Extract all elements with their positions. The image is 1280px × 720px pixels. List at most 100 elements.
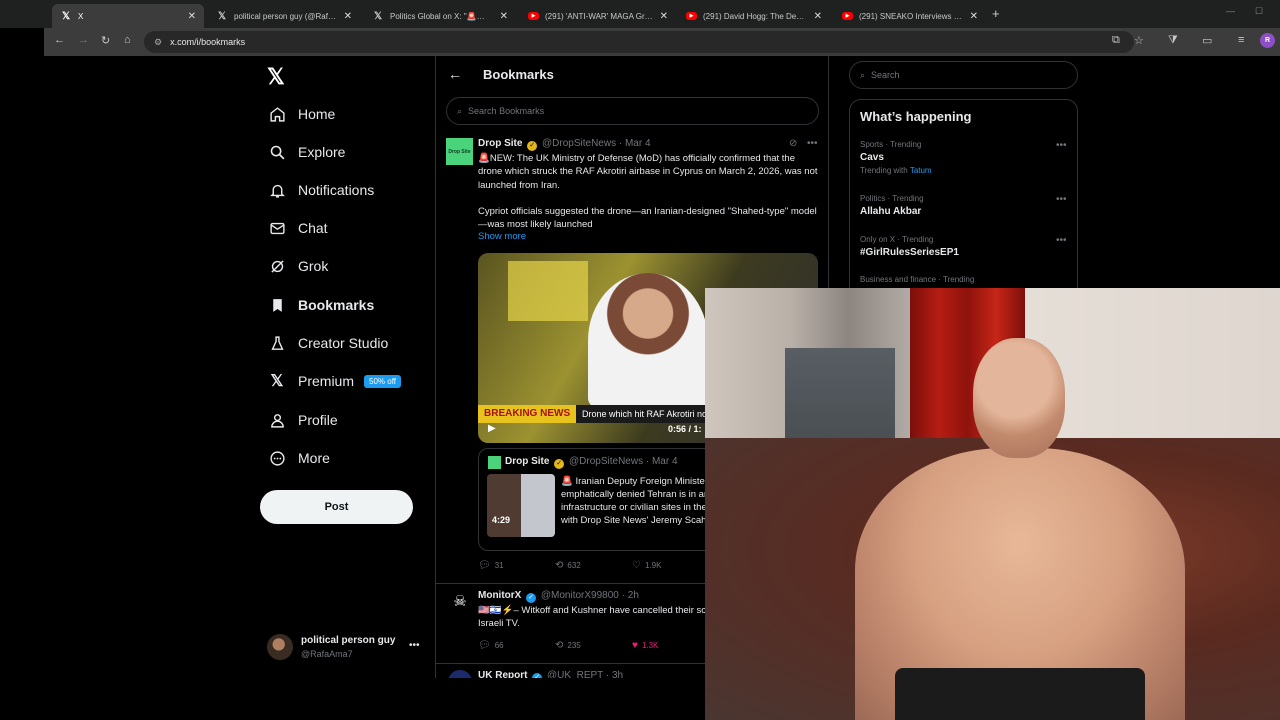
site-settings-icon[interactable]: ⚙	[154, 37, 162, 48]
trend-related-link[interactable]: Tatum	[910, 166, 932, 175]
maximize-icon[interactable]: ☐	[1255, 6, 1263, 17]
trend-item[interactable]: Sports · Trending Cavs Trending with Tat…	[860, 140, 1070, 175]
back-icon[interactable]: ←	[54, 34, 65, 46]
verified-icon: ✓	[532, 673, 543, 678]
address-bar[interactable]: ⚙ x.com/i/bookmarks	[144, 31, 1134, 53]
browser-tab[interactable]: ▶ (291) David Hogg: The Democrats ✕	[678, 4, 830, 28]
close-tab-icon[interactable]: ✕	[660, 11, 668, 22]
browser-tab[interactable]: 𝕏 political person guy (@RafaAma7) / X ✕	[208, 4, 360, 28]
nav-item-more[interactable]: More	[267, 445, 330, 471]
browser-tab[interactable]: ▶ (291) 'ANTI-WAR' MAGA Grifters ✕	[520, 4, 676, 28]
nav-item-profile[interactable]: Profile	[267, 407, 338, 433]
avatar[interactable]	[448, 670, 472, 678]
close-tab-icon[interactable]: ✕	[814, 11, 822, 22]
author-handle[interactable]: @DropSiteNews	[542, 138, 616, 149]
video-background	[508, 261, 588, 321]
nav-item-chat[interactable]: Chat	[267, 215, 328, 241]
author-name[interactable]: Drop Site	[478, 138, 522, 149]
more-dots-icon[interactable]: •••	[409, 640, 420, 651]
media-controls-icon[interactable]: ≡	[1238, 34, 1244, 46]
nav-item-premium[interactable]: 𝕏 Premium 50% off	[267, 368, 401, 394]
trend-item[interactable]: Politics · Trending Allahu Akbar •••	[860, 194, 1070, 217]
nav-item-label: More	[298, 450, 330, 466]
global-search[interactable]: ⌕	[849, 61, 1078, 89]
post-header: UK Report ✓ @UK_REPT · 3h	[478, 670, 623, 678]
account-switcher[interactable]: political person guy @RafaAma7 •••	[267, 634, 427, 662]
breaking-news-banner: BREAKING NEWS	[478, 405, 577, 423]
close-tab-icon[interactable]: ✕	[970, 11, 978, 22]
nav-item-notifications[interactable]: Notifications	[267, 177, 374, 203]
install-app-icon[interactable]: ⧉	[1112, 34, 1120, 47]
browser-tab[interactable]: 𝕏 Politics Global on X: "🚨🇮🇱 BREAKING" ✕	[364, 4, 516, 28]
show-more-link[interactable]: Show more	[478, 231, 526, 242]
nav-item-grok[interactable]: Grok	[267, 253, 328, 279]
home-icon	[267, 104, 287, 124]
back-arrow-icon[interactable]: ←	[448, 66, 462, 82]
close-tab-icon[interactable]: ✕	[500, 11, 508, 22]
nav-item-label: Chat	[298, 220, 328, 236]
close-tab-icon[interactable]: ✕	[188, 11, 196, 22]
nav-item-explore[interactable]: Explore	[267, 139, 345, 165]
nav-item-bookmarks[interactable]: Bookmarks	[267, 292, 374, 318]
youtube-icon: ▶	[842, 12, 853, 20]
tab-title: (291) 'ANTI-WAR' MAGA Grifters	[545, 11, 654, 21]
browser-tab[interactable]: 𝕏 X ✕	[52, 4, 204, 28]
grok-explain-icon[interactable]: ⊘	[789, 138, 797, 149]
webcam-person-pants	[895, 668, 1145, 720]
trend-item[interactable]: Business and finance · Trending	[860, 275, 1070, 284]
reply-count: 31	[494, 561, 504, 570]
nav-item-creator-studio[interactable]: Creator Studio	[267, 330, 388, 356]
post-date[interactable]: · 2h	[622, 590, 639, 601]
search-input[interactable]	[871, 70, 1077, 80]
play-icon[interactable]: ▶	[488, 423, 496, 434]
avatar[interactable]: Drop Site	[446, 138, 473, 165]
more-dots-icon[interactable]: •••	[1056, 194, 1067, 205]
author-handle[interactable]: @UK_REPT	[547, 670, 603, 678]
new-tab-icon[interactable]: +	[992, 6, 1000, 21]
avatar[interactable]: ☠	[448, 590, 472, 614]
trend-context: Business and finance · Trending	[860, 275, 975, 284]
home-icon[interactable]: ⌂	[124, 34, 131, 46]
post-button[interactable]: Post	[260, 490, 413, 524]
person-icon	[267, 410, 287, 430]
heart-icon: ♡	[632, 560, 641, 571]
reply-button[interactable]: 💬︎ 66	[478, 640, 504, 651]
more-dots-icon[interactable]: •••	[1056, 140, 1067, 151]
reply-button[interactable]: 💬︎ 31	[478, 560, 504, 571]
like-button[interactable]: ♡ 1.9K	[632, 560, 661, 571]
reload-icon[interactable]: ↻	[101, 34, 110, 47]
minimize-icon[interactable]: —	[1226, 6, 1235, 16]
video-duration: 4:29	[492, 515, 511, 525]
extensions-icon[interactable]: ⧩	[1168, 34, 1178, 47]
x-logo-icon[interactable]: 𝕏	[267, 64, 285, 90]
video-presenter	[588, 273, 708, 408]
webcam-person-head	[973, 338, 1065, 458]
post-date: · Mar 4	[645, 456, 678, 467]
trend-item[interactable]: Only on X · Trending #GirlRulesSeriesEP1…	[860, 235, 1070, 258]
star-icon[interactable]: ☆	[1134, 34, 1144, 47]
like-button[interactable]: ♥ 1.3K	[632, 640, 658, 651]
author-name[interactable]: UK Report	[478, 670, 527, 678]
reading-list-icon[interactable]: ▭	[1202, 34, 1212, 47]
browser-tab[interactable]: ▶ (291) SNEAKO Interviews Professor ✕	[834, 4, 986, 28]
author-handle[interactable]: @MonitorX99800	[541, 590, 619, 601]
repost-button[interactable]: ⟲ 235	[555, 640, 581, 651]
post-date[interactable]: · Mar 4	[619, 138, 651, 149]
post-date[interactable]: · 3h	[606, 670, 623, 678]
more-dots-icon[interactable]: •••	[807, 138, 818, 149]
more-dots-icon[interactable]: •••	[1056, 235, 1067, 246]
repost-button[interactable]: ⟲ 632	[555, 560, 581, 571]
trend-related: Trending with Tatum	[860, 166, 1070, 175]
forward-icon[interactable]: →	[78, 34, 89, 46]
repost-icon: ⟲	[555, 640, 564, 651]
profile-avatar[interactable]: R	[1260, 33, 1275, 48]
close-tab-icon[interactable]: ✕	[344, 11, 352, 22]
nav-item-home[interactable]: Home	[267, 101, 335, 127]
bookmarks-search-input[interactable]	[468, 106, 769, 116]
author-name[interactable]: MonitorX	[478, 590, 521, 601]
flask-icon	[267, 333, 287, 353]
quoted-post-header: Drop Site ✓ @DropSiteNews · Mar 4	[505, 456, 678, 469]
bookmarks-search[interactable]: ⌕	[446, 97, 819, 125]
account-handle: @RafaAma7	[301, 649, 353, 659]
tab-title: Politics Global on X: "🚨🇮🇱 BREAKING"	[390, 11, 494, 21]
